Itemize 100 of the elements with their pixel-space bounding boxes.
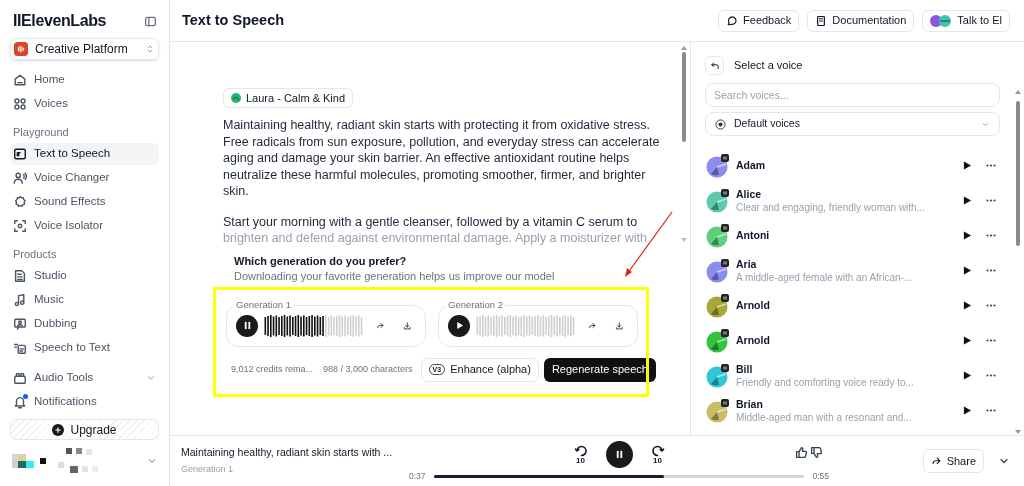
pause-icon (614, 449, 624, 459)
pause-button[interactable] (605, 440, 633, 468)
toolbox-icon (13, 371, 27, 385)
voice-row[interactable]: Bill Friendly and comforting voice ready to... (705, 358, 1000, 393)
voice-name: Adam (736, 159, 767, 172)
more-options-icon[interactable] (986, 409, 996, 412)
voice-avatar (706, 398, 730, 423)
voice-chip[interactable]: Laura - Calm & Kind (223, 88, 354, 108)
track-title: Maintaining healthy, radiant skin starts with ... (181, 445, 394, 461)
nav-item[interactable]: Speech to Text (10, 337, 159, 359)
nav-item[interactable]: Studio (10, 265, 159, 287)
nav-item[interactable]: Home (10, 69, 159, 91)
section-heading: Playground (12, 124, 70, 140)
plus-circle-icon (52, 423, 65, 436)
more-options-icon[interactable] (986, 164, 996, 167)
play-icon[interactable] (963, 266, 972, 275)
elapsed-time: 0:37 (409, 469, 426, 483)
nav-item[interactable]: Voice Changer (10, 167, 159, 189)
pause-button[interactable] (236, 314, 258, 337)
music-note-icon (13, 293, 27, 307)
voice-row[interactable]: Antoni (705, 218, 1000, 253)
voice-description: Middle-aged man with a resonant and... (736, 410, 913, 424)
waveform-logo-icon (14, 42, 28, 56)
voice-row[interactable]: Alice Clear and engaging, friendly woman with... (705, 183, 1000, 218)
nav-item[interactable]: Text to Speech (10, 143, 159, 165)
more-options-icon[interactable] (986, 374, 996, 377)
logo[interactable]: IIElevenLabs (13, 9, 107, 33)
download-icon (614, 319, 623, 332)
bell-icon (13, 395, 27, 409)
voice-row[interactable]: Arnold (705, 288, 1000, 323)
character-count: 988 / 3,000 characters (323, 362, 413, 376)
voice-description: Clear and engaging, friendly woman with... (736, 200, 926, 214)
download-icon (402, 319, 411, 332)
chat-bubble-icon (726, 14, 739, 27)
track-subtitle: Generation 1 (181, 463, 235, 477)
play-icon[interactable] (963, 231, 972, 240)
voice-row[interactable]: Arnold (705, 323, 1000, 358)
thumbs-up-icon (795, 446, 808, 459)
forward-button[interactable]: 10 (647, 443, 668, 466)
voice-avatar (706, 188, 730, 213)
speech-text-icon (13, 341, 27, 355)
nav-item[interactable]: Audio Tools (10, 367, 159, 389)
header-button[interactable]: Documentation (807, 9, 915, 32)
nav-item[interactable]: Voices (10, 93, 159, 115)
progress-track[interactable] (433, 474, 805, 478)
script-paragraph[interactable]: Maintaining healthy, radiant skin starts with protecting it from oxidative stress. Free radicals from sun exposure, pollution, and everyday stress can accelerate aging and damage your skin barrier. An effective antioxidant routine helps neutralize these harmful molecules, promoting smoother, firmer, and brighter skin. (223, 117, 673, 200)
voice-avatar (706, 363, 730, 388)
voice-name: Aria (736, 257, 758, 271)
header-button[interactable]: Talk to El (922, 9, 1010, 32)
play-icon[interactable] (963, 336, 972, 345)
annotation-arrow (622, 210, 674, 278)
search-field[interactable]: Search voices... (705, 83, 1000, 107)
nav-item[interactable]: Music (10, 289, 159, 311)
voice-avatar (706, 293, 730, 318)
script-paragraph[interactable]: Start your morning with a gentle cleanser, followed by a vitamin C serum to (223, 213, 673, 230)
sidebar-toggle-icon (144, 14, 157, 28)
voice-name: Antoni (736, 229, 771, 242)
play-icon[interactable] (963, 406, 972, 415)
voice-row[interactable]: Adam (705, 148, 1000, 183)
feedback-question: Which generation do you prefer? (234, 254, 408, 269)
voice-row[interactable]: Aria A middle-aged female with an African-... (705, 253, 1000, 288)
generation-label: Generation 2 (446, 298, 505, 311)
play-icon[interactable] (963, 196, 972, 205)
more-options-icon[interactable] (986, 234, 996, 237)
voice-filter-select[interactable]: Default voices (705, 112, 1000, 136)
more-options-icon[interactable] (986, 304, 996, 307)
voice-avatar (706, 153, 730, 178)
rewind-button[interactable]: 10 (570, 443, 591, 466)
play-icon[interactable] (963, 371, 972, 380)
voice-description: A middle-aged female with an African-... (736, 270, 914, 284)
nav-item[interactable]: Voice Isolator (10, 215, 159, 237)
gear-icon (13, 195, 27, 209)
play-icon[interactable] (963, 161, 972, 170)
page-title: Text to Speech (182, 10, 285, 30)
share-button[interactable]: Share (922, 449, 984, 473)
workspace-select[interactable]: Creative Platform (10, 38, 159, 60)
upgrade-button[interactable]: Upgrade (10, 419, 159, 440)
voice-avatar (706, 328, 730, 353)
more-options-icon[interactable] (986, 199, 996, 202)
voice-avatar-icon (231, 93, 241, 103)
chevron-updown-icon (145, 44, 155, 54)
back-arrow-icon (709, 60, 720, 71)
header-button[interactable]: Feedback (718, 9, 800, 32)
voice-row[interactable]: Brian Middle-aged man with a resonant and... (705, 393, 1000, 428)
play-button[interactable] (448, 314, 470, 337)
more-options-icon[interactable] (986, 269, 996, 272)
person-screen-icon (13, 317, 27, 331)
feedback-hint: Downloading your favorite generation helps us improve our model (234, 269, 556, 283)
play-icon (454, 321, 464, 330)
more-options-icon[interactable] (986, 339, 996, 342)
nav-item[interactable]: Dubbing (10, 313, 159, 335)
nav-item[interactable]: Sound Effects (10, 191, 159, 213)
panel-title: Select a voice (734, 58, 803, 74)
play-icon[interactable] (963, 301, 972, 310)
voice-name: Arnold (736, 299, 771, 312)
voice-name: Arnold (736, 334, 771, 347)
waveform[interactable] (264, 313, 364, 338)
nav-item[interactable]: Notifications (10, 391, 159, 413)
voice-avatar (706, 258, 730, 283)
back-button[interactable] (705, 56, 724, 75)
